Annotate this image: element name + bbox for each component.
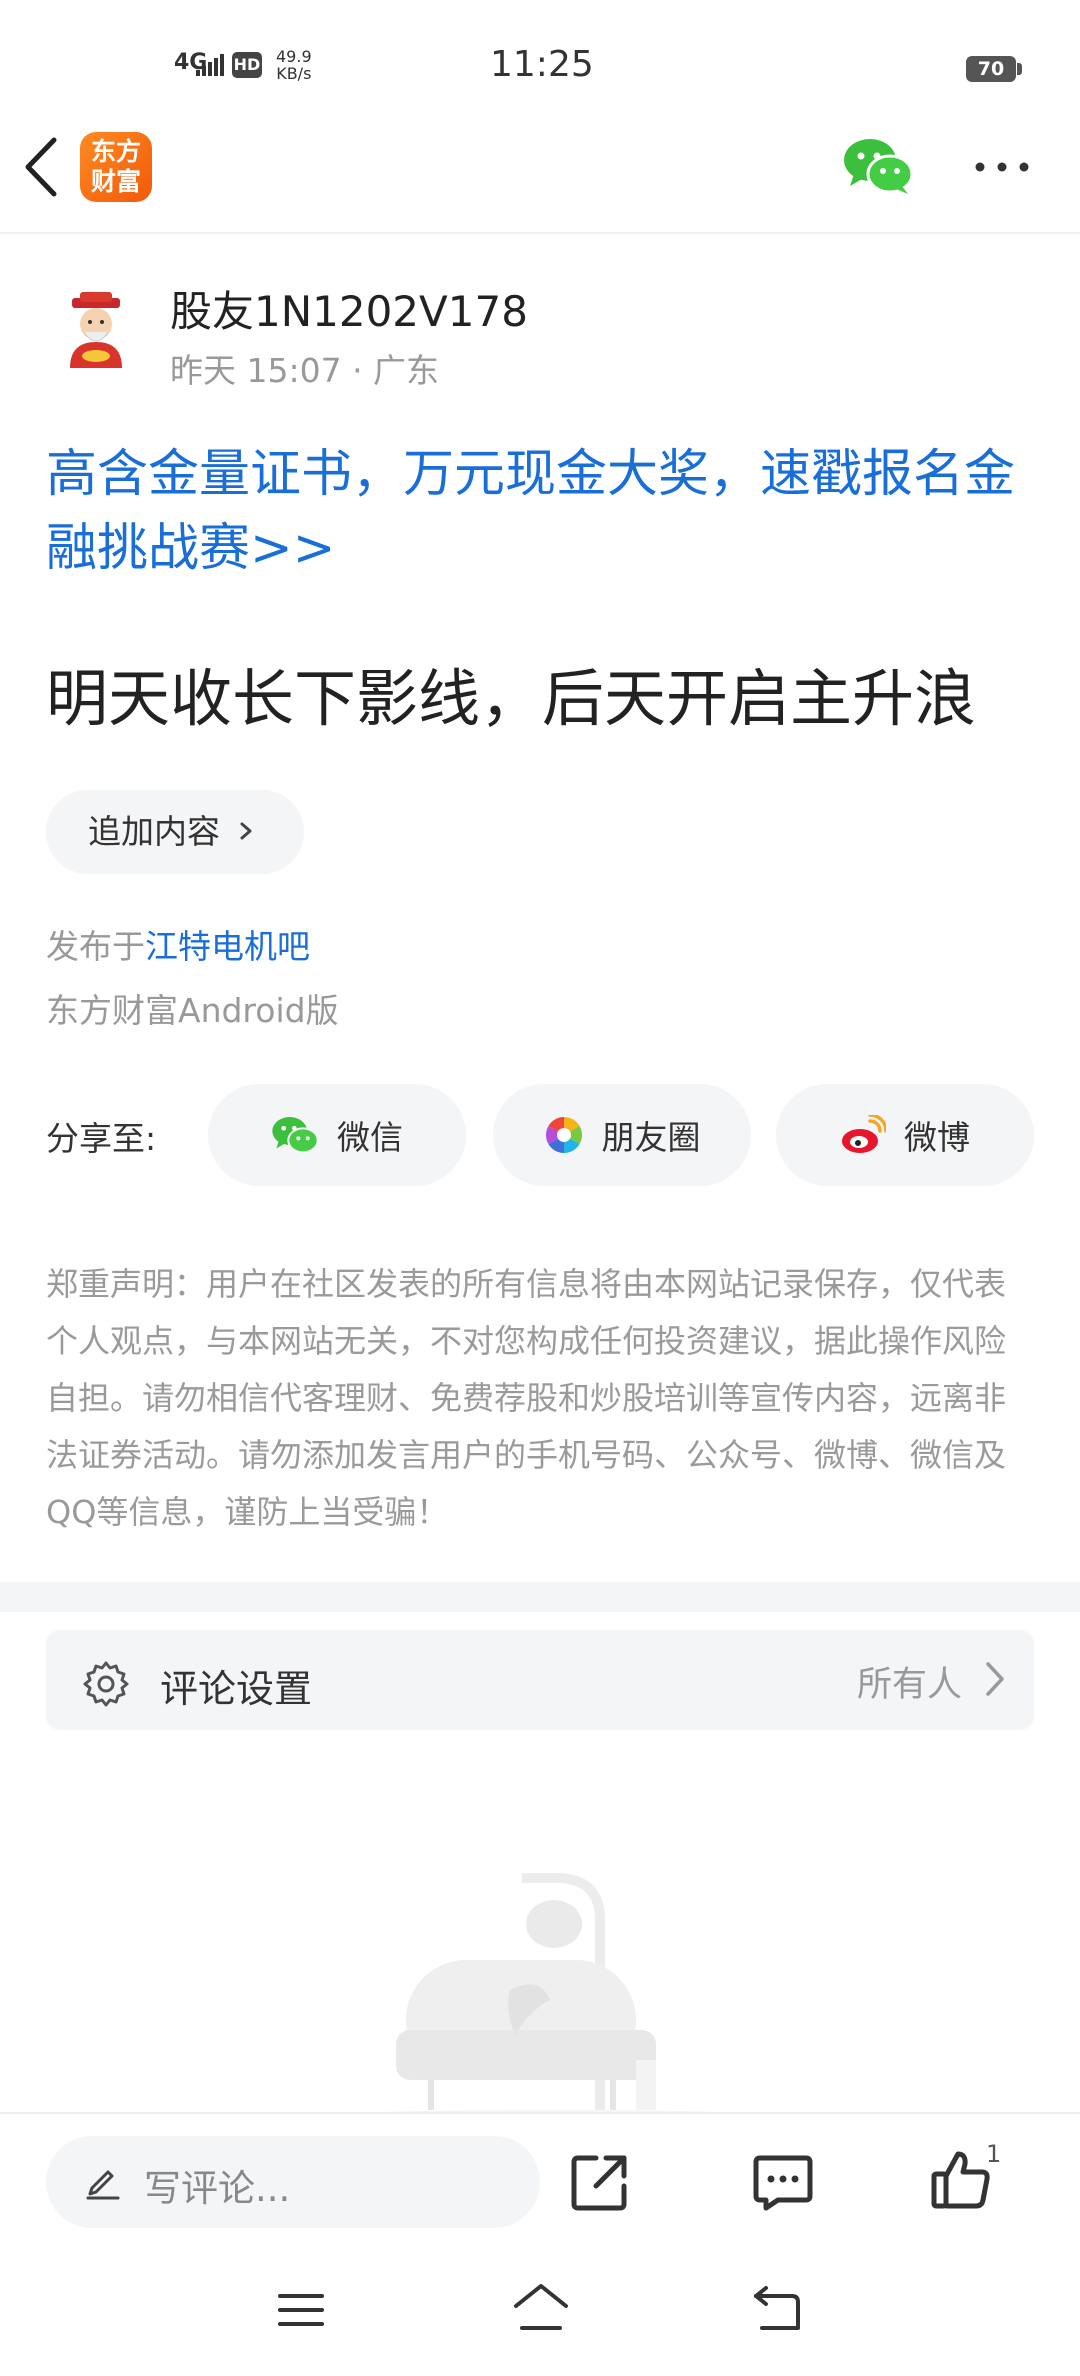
chevron-right-icon <box>240 822 251 840</box>
author-name[interactable]: 股友1N1202V178 <box>170 278 528 339</box>
post-meta: 昨天 15:07 · 广东 <box>170 351 440 390</box>
disclaimer-text: 郑重声明：用户在社区发表的所有信息将由本网站记录保存，仅代表个人观点，与本网站无… <box>46 1265 1007 1531</box>
section-divider <box>0 1582 1080 1612</box>
append-content-label: 追加内容 <box>88 812 220 851</box>
wechat-icon[interactable] <box>842 136 914 196</box>
like-count: 1 <box>986 2140 1002 2168</box>
app-logo-line2: 财富 <box>90 167 141 196</box>
nav-divider <box>0 232 1080 234</box>
app-logo[interactable]: 东方 财富 <box>80 132 152 202</box>
promo-link[interactable]: 高含金量证书，万元现金大奖，速戳报名金融挑战赛>> <box>46 438 1036 586</box>
network-speed-unit: KB/s <box>276 64 312 83</box>
back-nav-icon[interactable] <box>752 2284 802 2332</box>
pencil-icon <box>86 2170 120 2200</box>
share-wechat-label: 微信 <box>337 1118 403 1157</box>
gear-icon <box>83 1661 129 1707</box>
append-content-button[interactable]: 追加内容 <box>46 790 304 874</box>
home-icon[interactable] <box>512 2282 570 2332</box>
comment-settings-value: 所有人 <box>856 1665 962 1705</box>
status-bar: 4G HD 49.9 KB/s 11:25 70 <box>0 0 1080 130</box>
weibo-icon <box>842 1115 886 1153</box>
share-weibo-label: 微博 <box>904 1118 970 1157</box>
published-prefix: 发布于 <box>46 927 145 966</box>
comment-settings-label: 评论设置 <box>160 1667 313 1711</box>
share-label: 分享至: <box>46 1119 157 1158</box>
share-weibo-button[interactable]: 微博 <box>776 1084 1034 1186</box>
share-icon[interactable] <box>570 2152 630 2212</box>
share-moments-label: 朋友圈 <box>601 1118 701 1157</box>
battery-icon: 70 <box>966 56 1016 82</box>
wechat-icon <box>272 1117 319 1154</box>
published-info: 发布于江特电机吧 <box>46 920 310 968</box>
avatar[interactable] <box>56 290 136 370</box>
client-info: 东方财富Android版 <box>46 991 339 1030</box>
status-time: 11:25 <box>490 44 594 85</box>
like-icon[interactable] <box>928 2148 992 2212</box>
hd-badge: HD <box>232 52 262 78</box>
app-logo-line1: 东方 <box>90 137 141 166</box>
back-icon[interactable] <box>22 134 62 200</box>
menu-icon[interactable] <box>278 2290 324 2330</box>
more-icon[interactable] <box>972 152 1032 182</box>
network-speed: 49.9 KB/s <box>276 48 312 82</box>
share-moments-button[interactable]: 朋友圈 <box>493 1084 751 1186</box>
chevron-right-icon <box>986 1662 1004 1696</box>
moments-icon <box>545 1117 582 1153</box>
post-title: 明天收长下影线，后天开启主升浪 <box>46 662 977 735</box>
comment-settings-row[interactable]: 评论设置 所有人 <box>46 1630 1034 1730</box>
network-speed-value: 49.9 <box>276 47 312 66</box>
share-wechat-button[interactable]: 微信 <box>208 1084 466 1186</box>
signal-icon <box>196 54 224 76</box>
empty-comments-illustration <box>320 1873 780 2120</box>
comments-icon[interactable] <box>752 2154 814 2212</box>
comment-input[interactable]: 写评论... <box>46 2136 540 2228</box>
comment-placeholder: 写评论... <box>144 2167 291 2210</box>
forum-link[interactable]: 江特电机吧 <box>145 927 310 966</box>
battery-cap <box>1017 63 1022 75</box>
